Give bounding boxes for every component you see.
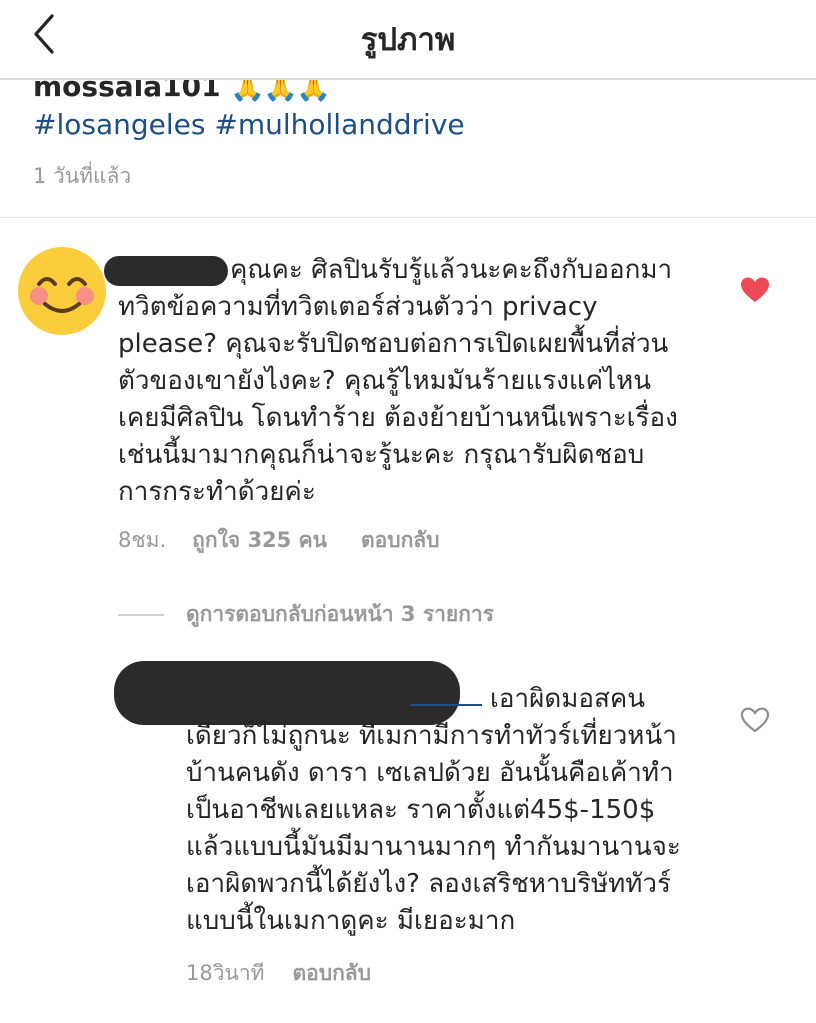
comment-timestamp: 18วินาที bbox=[186, 961, 265, 985]
comment-line: เอาผิดมอสคน bbox=[490, 684, 646, 714]
comment-line: เดียวก็ไม่ถูกนะ ที่เมกามีการทำทัวร์เที่ย… bbox=[186, 721, 677, 751]
comment-line: เคยมีศิลปิน โดนทำร้าย ต้องย้ายบ้านหนีเพร… bbox=[118, 403, 678, 433]
view-replies-label: ดูการตอบกลับก่อนหน้า 3 รายการ bbox=[186, 602, 494, 626]
hashtag-link[interactable]: #mulhollanddrive bbox=[214, 108, 464, 141]
comment-line: เอาผิดพวกนี้ได้ยังไง? ลองเสริชหาบริษัททั… bbox=[186, 869, 671, 899]
caption-timestamp: 1 วันที่แล้ว bbox=[33, 164, 132, 188]
comment-timestamp: 8ชม. bbox=[118, 528, 167, 552]
comment-meta: 8ชม. ถูกใจ 325 คน ตอบกลับ bbox=[118, 524, 440, 557]
caption-hashtags: #losangeles #mulhollanddrive bbox=[33, 108, 465, 141]
comment-line: เช่นนี้มามากคุณก็น่าจะรู้นะคะ กรุณารับผิ… bbox=[118, 440, 645, 470]
reply-button[interactable]: ตอบกลับ bbox=[293, 961, 372, 985]
comment-line: ทวิตข้อความที่ทวิตเตอร์ส่วนตัวว่า privac… bbox=[118, 292, 598, 322]
top-bar: รูปภาพ bbox=[0, 0, 816, 80]
comment-line: คุณคะ ศิลปินรับรู้แล้วนะคะถึงกับออกมา bbox=[230, 255, 673, 285]
comment-line: please? คุณจะรับปิดชอบต่อการเปิดเผยพื้นท… bbox=[118, 329, 669, 359]
comment-line: บ้านคนดัง ดารา เซเลปด้วย อันนั้นคือเค้าท… bbox=[186, 758, 674, 788]
comment-line: แล้วแบบนี้มันมีมานานมากๆ ทำกันมานานจะ bbox=[186, 832, 681, 862]
reply-button[interactable]: ตอบกลับ bbox=[361, 528, 440, 552]
heart-filled-icon bbox=[741, 277, 769, 302]
comment-line: การกระทำด้วยค่ะ bbox=[118, 477, 316, 507]
smiling-face-icon bbox=[18, 247, 106, 335]
heart-outline-icon bbox=[740, 707, 770, 733]
view-previous-replies[interactable]: ดูการตอบกลับก่อนหน้า 3 รายการ bbox=[118, 598, 494, 631]
like-button[interactable] bbox=[740, 706, 770, 734]
commenter-avatar[interactable] bbox=[17, 246, 107, 336]
comment-line: แบบนี้ในเมกาดูคะ มีเยอะมาก bbox=[186, 906, 516, 936]
comment-text: คุณคะ ศิลปินรับรู้แล้วนะคะถึงกับออกมา ทว… bbox=[118, 252, 678, 511]
comment-line: ตัวของเขายังไงคะ? คุณรู้ไหมมันร้ายแรงแค่… bbox=[118, 366, 652, 396]
like-button[interactable] bbox=[740, 276, 770, 304]
reply-thread-line bbox=[118, 614, 164, 616]
comment-line: เป็นอาชีพเลยแหละ ราคาตั้งแต่45$-150$ bbox=[186, 795, 656, 825]
like-count[interactable]: ถูกใจ 325 คน bbox=[192, 528, 327, 552]
page-title: รูปภาพ bbox=[360, 22, 456, 58]
comment-text: เอาผิดมอสคน เดียวก็ไม่ถูกนะ ที่เมกามีการ… bbox=[186, 681, 681, 940]
divider bbox=[0, 217, 816, 218]
hashtag-link[interactable]: #losangeles bbox=[33, 108, 205, 141]
comment-meta: 18วินาที ตอบกลับ bbox=[186, 957, 371, 990]
